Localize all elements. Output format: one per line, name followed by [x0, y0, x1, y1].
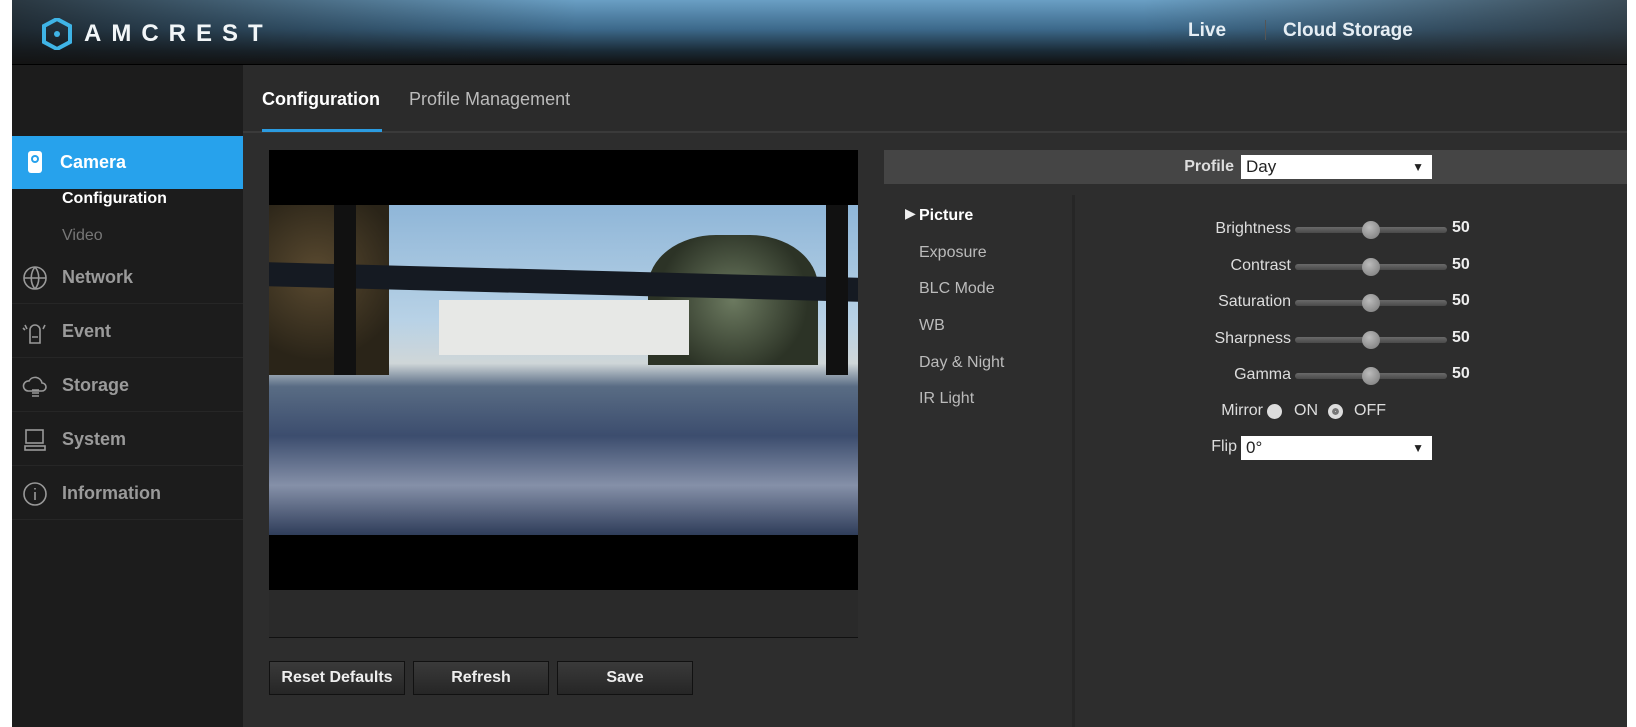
- camera-icon: [28, 151, 42, 173]
- profile-label: Profile: [1184, 158, 1234, 175]
- globe-icon: [23, 266, 47, 290]
- saturation-row: Saturation 50: [1073, 291, 1633, 315]
- profile-value: Day: [1246, 157, 1277, 176]
- nav-separator: [1265, 20, 1266, 40]
- flip-row: Flip 0° ▼: [1073, 436, 1633, 460]
- profile-bar: Profile Day ▼: [884, 150, 1627, 184]
- flip-label: Flip: [1211, 438, 1237, 455]
- sidebar-item-label: Network: [62, 266, 134, 287]
- mirror-row: Mirror ON OFF: [1073, 400, 1633, 424]
- gamma-slider[interactable]: [1295, 367, 1447, 385]
- sidebar-subitem-video[interactable]: Video: [62, 227, 103, 245]
- mirror-off-label: OFF: [1354, 402, 1386, 419]
- info-icon: [23, 482, 47, 506]
- slider-thumb[interactable]: [1362, 221, 1380, 239]
- sidebar-item-network[interactable]: Network: [12, 251, 243, 304]
- setting-value: 50: [1452, 328, 1470, 346]
- slider-thumb[interactable]: [1362, 367, 1380, 385]
- profile-select[interactable]: Day ▼: [1241, 155, 1432, 179]
- sidebar-item-label: System: [62, 428, 127, 449]
- dropdown-arrow-icon: ▼: [1412, 441, 1424, 455]
- nav-cloud-storage[interactable]: Cloud Storage: [1283, 20, 1413, 42]
- main-content: Configuration Profile Management Reset D…: [243, 65, 1627, 727]
- menu-blc-mode[interactable]: BLC Mode: [919, 280, 995, 298]
- nav-live[interactable]: Live: [1188, 20, 1226, 42]
- refresh-button[interactable]: Refresh: [413, 661, 549, 695]
- sidebar: Camera Configuration Video Network Event…: [12, 65, 254, 727]
- logo: AMCREST: [42, 18, 273, 50]
- sidebar-item-event[interactable]: Event: [12, 305, 243, 358]
- gamma-row: Gamma 50: [1073, 364, 1633, 388]
- sidebar-item-label: Storage: [62, 374, 130, 395]
- flip-select[interactable]: 0° ▼: [1241, 436, 1432, 460]
- selected-indicator-icon: ▶: [905, 205, 916, 221]
- setting-label: Sharpness: [1214, 329, 1292, 347]
- setting-label: Saturation: [1218, 293, 1291, 310]
- slider-thumb[interactable]: [1362, 294, 1380, 312]
- computer-icon: [24, 429, 46, 451]
- tab-bar: Configuration Profile Management: [243, 65, 1627, 133]
- amcrest-logo-icon: [42, 18, 72, 50]
- slider-thumb[interactable]: [1362, 257, 1380, 276]
- mirror-on-label: ON: [1294, 402, 1318, 419]
- sidebar-item-label: Information: [62, 482, 161, 503]
- sidebar-item-camera[interactable]: Camera: [12, 136, 254, 189]
- menu-wb[interactable]: WB: [919, 317, 945, 335]
- sidebar-item-label: Event: [62, 320, 112, 341]
- setting-value: 50: [1452, 365, 1470, 382]
- menu-exposure[interactable]: Exposure: [919, 244, 987, 262]
- setting-value: 50: [1452, 255, 1470, 273]
- video-toolbar-area: [269, 590, 858, 638]
- sidebar-item-label: Camera: [60, 152, 127, 172]
- brightness-slider[interactable]: [1295, 221, 1447, 239]
- dropdown-arrow-icon: ▼: [1412, 160, 1424, 174]
- brightness-row: Brightness 50: [1073, 218, 1633, 242]
- top-header: AMCREST Live Cloud Storage: [12, 0, 1627, 65]
- setting-value: 50: [1452, 219, 1470, 236]
- active-tab-indicator: [262, 129, 382, 132]
- menu-picture[interactable]: Picture: [919, 207, 973, 225]
- mirror-off-radio[interactable]: [1328, 404, 1343, 419]
- brand-name: AMCREST: [84, 20, 273, 47]
- contrast-slider[interactable]: [1295, 257, 1447, 276]
- sidebar-item-information[interactable]: Information: [12, 467, 243, 520]
- menu-ir-light[interactable]: IR Light: [919, 390, 974, 408]
- tab-configuration[interactable]: Configuration: [262, 89, 380, 110]
- reset-defaults-button[interactable]: Reset Defaults: [269, 661, 405, 695]
- alarm-icon: [22, 324, 46, 344]
- flip-value: 0°: [1246, 438, 1263, 457]
- setting-value: 50: [1452, 292, 1470, 309]
- setting-label: Brightness: [1215, 220, 1291, 237]
- camera-image: [269, 205, 858, 535]
- cloud-storage-icon: [22, 376, 47, 397]
- menu-day-night[interactable]: Day & Night: [919, 354, 1004, 372]
- sidebar-item-system[interactable]: System: [12, 413, 243, 466]
- tab-profile-management[interactable]: Profile Management: [409, 89, 570, 110]
- saturation-slider[interactable]: [1295, 294, 1447, 312]
- slider-thumb[interactable]: [1362, 330, 1380, 349]
- save-button[interactable]: Save: [557, 661, 693, 695]
- setting-label: Contrast: [1230, 256, 1291, 274]
- setting-label: Gamma: [1234, 366, 1291, 383]
- video-preview: [269, 150, 858, 590]
- sidebar-subitem-configuration[interactable]: Configuration: [62, 190, 167, 208]
- mirror-on-radio[interactable]: [1267, 404, 1282, 419]
- sharpness-row: Sharpness 50: [1073, 328, 1633, 352]
- sharpness-slider[interactable]: [1295, 330, 1447, 349]
- mirror-label: Mirror: [1221, 402, 1263, 419]
- sidebar-item-storage[interactable]: Storage: [12, 359, 243, 412]
- contrast-row: Contrast 50: [1073, 255, 1633, 279]
